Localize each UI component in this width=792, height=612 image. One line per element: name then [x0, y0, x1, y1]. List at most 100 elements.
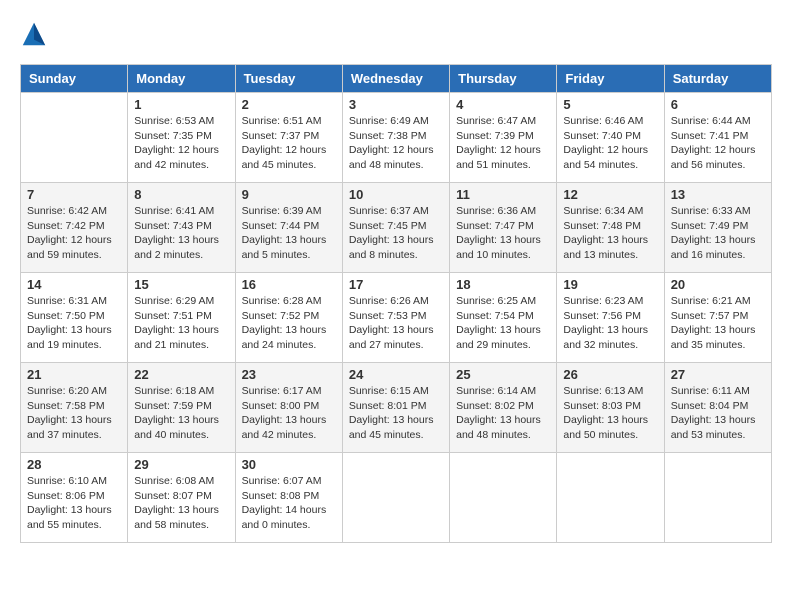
calendar-cell: 19 Sunrise: 6:23 AM Sunset: 7:56 PM Dayli… [557, 273, 664, 363]
day-number: 10 [349, 187, 443, 202]
calendar-cell: 13Sunrise: 6:33 AM Sunset: 7:49 PM Dayli… [664, 183, 771, 273]
day-info: Sunrise: 6:20 AM Sunset: 7:58 PM Dayligh… [27, 384, 121, 443]
day-number: 8 [134, 187, 228, 202]
day-number: 21 [27, 367, 121, 382]
day-info: Sunrise: 6:34 AM Sunset: 7:48 PM Dayligh… [563, 204, 657, 263]
day-info: Sunrise: 6:10 AM Sunset: 8:06 PM Dayligh… [27, 474, 121, 533]
day-info: Sunrise: 6:18 AM Sunset: 7:59 PM Dayligh… [134, 384, 228, 443]
calendar-cell [21, 93, 128, 183]
day-number: 4 [456, 97, 550, 112]
calendar-cell: 4 Sunrise: 6:47 AM Sunset: 7:39 PM Daylig… [450, 93, 557, 183]
calendar-cell: 11 Sunrise: 6:36 AM Sunset: 7:47 PM Dayli… [450, 183, 557, 273]
calendar-cell: 14 Sunrise: 6:31 AM Sunset: 7:50 PM Dayli… [21, 273, 128, 363]
calendar-cell: 18 Sunrise: 6:25 AM Sunset: 7:54 PM Dayli… [450, 273, 557, 363]
day-number: 7 [27, 187, 121, 202]
calendar-cell: 9Sunrise: 6:39 AM Sunset: 7:44 PM Daylig… [235, 183, 342, 273]
day-info: Sunrise: 6:17 AM Sunset: 8:00 PM Dayligh… [242, 384, 336, 443]
calendar-cell: 16 Sunrise: 6:28 AM Sunset: 7:52 PM Dayli… [235, 273, 342, 363]
calendar-header-thursday: Thursday [450, 65, 557, 93]
day-info: Sunrise: 6:49 AM Sunset: 7:38 PM Dayligh… [349, 114, 443, 173]
day-number: 19 [563, 277, 657, 292]
calendar-week-row: 14 Sunrise: 6:31 AM Sunset: 7:50 PM Dayli… [21, 273, 772, 363]
calendar-cell: 15 Sunrise: 6:29 AM Sunset: 7:51 PM Dayli… [128, 273, 235, 363]
day-info: Sunrise: 6:51 AM Sunset: 7:37 PM Dayligh… [242, 114, 336, 173]
day-number: 25 [456, 367, 550, 382]
calendar-header-tuesday: Tuesday [235, 65, 342, 93]
day-number: 27 [671, 367, 765, 382]
day-info: Sunrise: 6:15 AM Sunset: 8:01 PM Dayligh… [349, 384, 443, 443]
day-number: 16 [242, 277, 336, 292]
calendar-header-friday: Friday [557, 65, 664, 93]
day-info: Sunrise: 6:08 AM Sunset: 8:07 PM Dayligh… [134, 474, 228, 533]
calendar-cell: 6Sunrise: 6:44 AM Sunset: 7:41 PM Daylig… [664, 93, 771, 183]
calendar-week-row: 7 Sunrise: 6:42 AM Sunset: 7:42 PM Daylig… [21, 183, 772, 273]
day-number: 11 [456, 187, 550, 202]
day-info: Sunrise: 6:46 AM Sunset: 7:40 PM Dayligh… [563, 114, 657, 173]
calendar-cell: 3 Sunrise: 6:49 AM Sunset: 7:38 PM Daylig… [342, 93, 449, 183]
day-info: Sunrise: 6:47 AM Sunset: 7:39 PM Dayligh… [456, 114, 550, 173]
calendar-cell: 27 Sunrise: 6:11 AM Sunset: 8:04 PM Dayli… [664, 363, 771, 453]
day-number: 24 [349, 367, 443, 382]
calendar-cell: 7 Sunrise: 6:42 AM Sunset: 7:42 PM Daylig… [21, 183, 128, 273]
day-info: Sunrise: 6:29 AM Sunset: 7:51 PM Dayligh… [134, 294, 228, 353]
logo-icon [20, 20, 48, 48]
calendar-cell: 10 Sunrise: 6:37 AM Sunset: 7:45 PM Dayli… [342, 183, 449, 273]
calendar-cell: 26 Sunrise: 6:13 AM Sunset: 8:03 PM Dayli… [557, 363, 664, 453]
calendar-cell: 30Sunrise: 6:07 AM Sunset: 8:08 PM Dayli… [235, 453, 342, 543]
day-number: 23 [242, 367, 336, 382]
day-number: 30 [242, 457, 336, 472]
day-number: 22 [134, 367, 228, 382]
day-info: Sunrise: 6:41 AM Sunset: 7:43 PM Dayligh… [134, 204, 228, 263]
calendar-cell: 23 Sunrise: 6:17 AM Sunset: 8:00 PM Dayli… [235, 363, 342, 453]
day-info: Sunrise: 6:21 AM Sunset: 7:57 PM Dayligh… [671, 294, 765, 353]
day-info: Sunrise: 6:26 AM Sunset: 7:53 PM Dayligh… [349, 294, 443, 353]
day-number: 20 [671, 277, 765, 292]
day-info: Sunrise: 6:11 AM Sunset: 8:04 PM Dayligh… [671, 384, 765, 443]
calendar-header-saturday: Saturday [664, 65, 771, 93]
day-number: 29 [134, 457, 228, 472]
day-info: Sunrise: 6:23 AM Sunset: 7:56 PM Dayligh… [563, 294, 657, 353]
day-number: 28 [27, 457, 121, 472]
day-number: 1 [134, 97, 228, 112]
day-number: 3 [349, 97, 443, 112]
day-info: Sunrise: 6:37 AM Sunset: 7:45 PM Dayligh… [349, 204, 443, 263]
calendar-cell: 2 Sunrise: 6:51 AM Sunset: 7:37 PM Daylig… [235, 93, 342, 183]
day-info: Sunrise: 6:13 AM Sunset: 8:03 PM Dayligh… [563, 384, 657, 443]
calendar-cell [342, 453, 449, 543]
day-number: 15 [134, 277, 228, 292]
calendar-cell [664, 453, 771, 543]
calendar-week-row: 1 Sunrise: 6:53 AM Sunset: 7:35 PM Daylig… [21, 93, 772, 183]
day-number: 26 [563, 367, 657, 382]
day-number: 6 [671, 97, 765, 112]
calendar-header-row: SundayMondayTuesdayWednesdayThursdayFrid… [21, 65, 772, 93]
calendar-cell: 29 Sunrise: 6:08 AM Sunset: 8:07 PM Dayli… [128, 453, 235, 543]
calendar-week-row: 21 Sunrise: 6:20 AM Sunset: 7:58 PM Dayli… [21, 363, 772, 453]
day-number: 2 [242, 97, 336, 112]
calendar-header-sunday: Sunday [21, 65, 128, 93]
day-info: Sunrise: 6:28 AM Sunset: 7:52 PM Dayligh… [242, 294, 336, 353]
day-info: Sunrise: 6:36 AM Sunset: 7:47 PM Dayligh… [456, 204, 550, 263]
logo [20, 20, 52, 48]
calendar-cell: 5Sunrise: 6:46 AM Sunset: 7:40 PM Daylig… [557, 93, 664, 183]
day-number: 9 [242, 187, 336, 202]
day-info: Sunrise: 6:33 AM Sunset: 7:49 PM Dayligh… [671, 204, 765, 263]
day-number: 12 [563, 187, 657, 202]
calendar-week-row: 28 Sunrise: 6:10 AM Sunset: 8:06 PM Dayli… [21, 453, 772, 543]
calendar-header-wednesday: Wednesday [342, 65, 449, 93]
calendar-cell [557, 453, 664, 543]
calendar-cell: 1 Sunrise: 6:53 AM Sunset: 7:35 PM Daylig… [128, 93, 235, 183]
calendar-cell: 20 Sunrise: 6:21 AM Sunset: 7:57 PM Dayli… [664, 273, 771, 363]
calendar-cell: 12 Sunrise: 6:34 AM Sunset: 7:48 PM Dayli… [557, 183, 664, 273]
day-info: Sunrise: 6:53 AM Sunset: 7:35 PM Dayligh… [134, 114, 228, 173]
day-number: 17 [349, 277, 443, 292]
calendar-cell: 21 Sunrise: 6:20 AM Sunset: 7:58 PM Dayli… [21, 363, 128, 453]
day-info: Sunrise: 6:25 AM Sunset: 7:54 PM Dayligh… [456, 294, 550, 353]
calendar-cell [450, 453, 557, 543]
calendar-cell: 24 Sunrise: 6:15 AM Sunset: 8:01 PM Dayli… [342, 363, 449, 453]
calendar-cell: 28 Sunrise: 6:10 AM Sunset: 8:06 PM Dayli… [21, 453, 128, 543]
day-info: Sunrise: 6:31 AM Sunset: 7:50 PM Dayligh… [27, 294, 121, 353]
day-number: 14 [27, 277, 121, 292]
day-number: 18 [456, 277, 550, 292]
calendar-cell: 17 Sunrise: 6:26 AM Sunset: 7:53 PM Dayli… [342, 273, 449, 363]
day-info: Sunrise: 6:42 AM Sunset: 7:42 PM Dayligh… [27, 204, 121, 263]
